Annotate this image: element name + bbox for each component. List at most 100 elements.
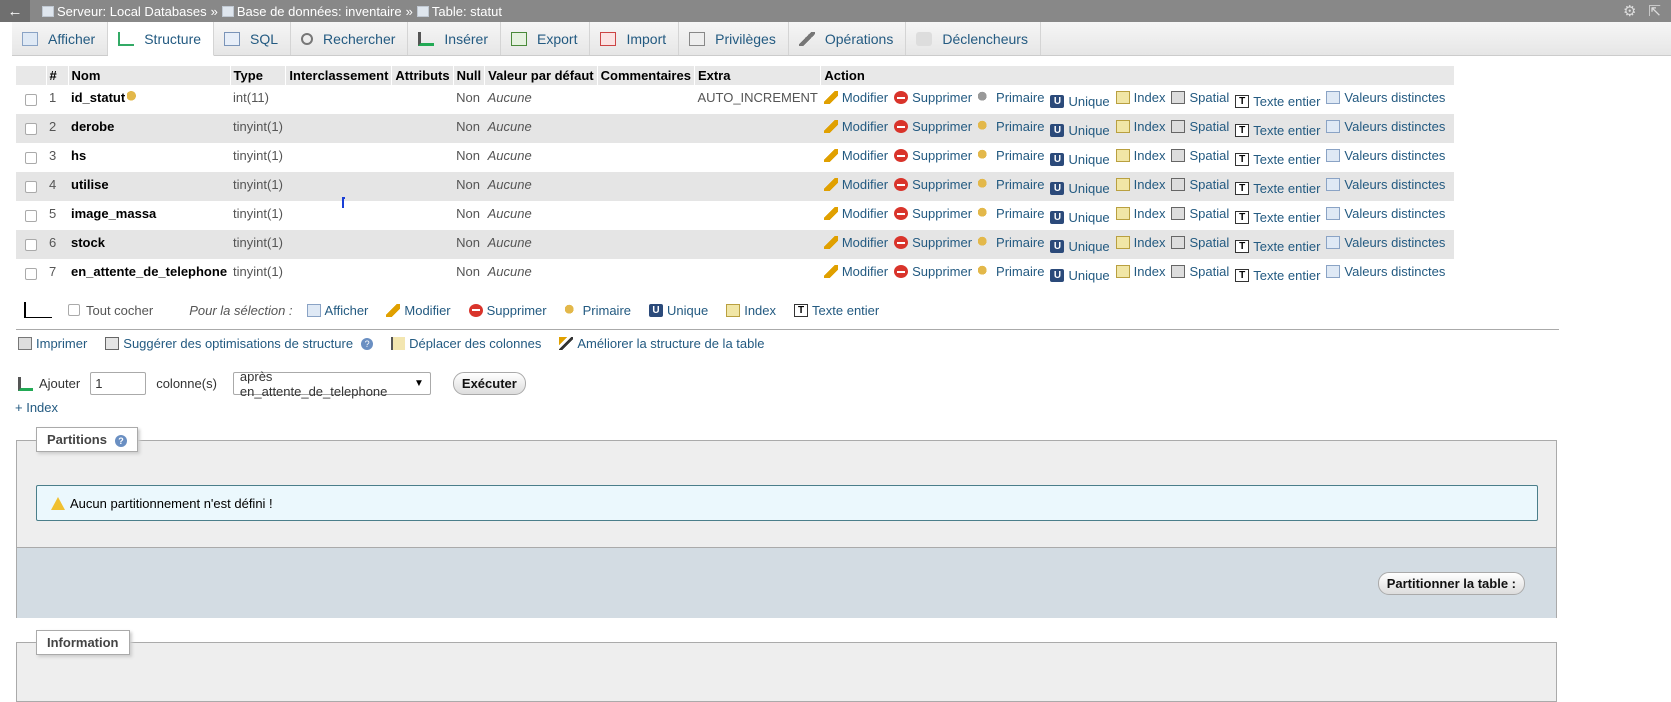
fulltext-button[interactable]: T Texte entier: [1235, 123, 1320, 138]
field-name[interactable]: en_attente_de_telephone: [71, 264, 227, 279]
fulltext-button[interactable]: T Texte entier: [1235, 152, 1320, 167]
distinct-values-button[interactable]: Valeurs distinctes: [1326, 264, 1445, 279]
tab-import[interactable]: Import: [590, 22, 680, 55]
unique-button[interactable]: U Unique: [1050, 181, 1110, 196]
field-name[interactable]: image_massa: [71, 206, 156, 221]
improve-structure-link[interactable]: Améliorer la structure de la table: [559, 336, 764, 351]
col-null-header[interactable]: Null: [453, 66, 486, 85]
tab-privileges[interactable]: Privilèges: [679, 22, 789, 55]
gear-icon[interactable]: ⚙: [1623, 2, 1636, 20]
unique-button[interactable]: U Unique: [1050, 94, 1110, 109]
fulltext-button[interactable]: T Texte entier: [1235, 268, 1320, 283]
drop-button[interactable]: Supprimer: [894, 235, 972, 250]
row-checkbox[interactable]: [25, 268, 37, 280]
execute-button[interactable]: Exécuter: [452, 372, 526, 395]
field-name[interactable]: derobe: [71, 119, 114, 134]
unique-button[interactable]: U Unique: [1050, 239, 1110, 254]
drop-button[interactable]: Supprimer: [894, 264, 972, 279]
sel-primaire-button[interactable]: Primaire: [564, 303, 631, 318]
modify-button[interactable]: Modifier: [823, 235, 888, 250]
tab-export[interactable]: Export: [501, 22, 591, 55]
check-all-label[interactable]: Tout cocher: [86, 303, 153, 318]
spatial-button[interactable]: Spatial: [1171, 90, 1229, 105]
tab-inserer[interactable]: Insérer: [408, 22, 501, 55]
tab-afficher[interactable]: Afficher: [12, 22, 109, 55]
breadcrumb-database[interactable]: Base de données: inventaire: [221, 4, 402, 19]
unique-button[interactable]: U Unique: [1050, 268, 1110, 283]
tab-rechercher[interactable]: Rechercher: [291, 22, 409, 55]
field-name[interactable]: stock: [71, 235, 105, 250]
unique-button[interactable]: U Unique: [1050, 152, 1110, 167]
distinct-values-button[interactable]: Valeurs distinctes: [1326, 148, 1445, 163]
col-default-header[interactable]: Valeur par défaut: [484, 66, 598, 85]
col-collation-header[interactable]: Interclassement: [285, 66, 393, 85]
sel-fulltext-button[interactable]: T Texte entier: [794, 303, 879, 318]
index-button[interactable]: Index: [1115, 148, 1165, 163]
tab-operations[interactable]: Opérations: [789, 22, 907, 55]
collapse-icon[interactable]: ⇱: [1648, 2, 1661, 20]
breadcrumb-table[interactable]: Table: statut: [416, 4, 502, 19]
row-checkbox[interactable]: [25, 152, 37, 164]
modify-button[interactable]: Modifier: [823, 90, 888, 105]
row-checkbox[interactable]: [25, 239, 37, 251]
spatial-button[interactable]: Spatial: [1171, 177, 1229, 192]
field-name[interactable]: hs: [71, 148, 86, 163]
sel-unique-button[interactable]: U Unique: [649, 303, 708, 318]
index-button[interactable]: Index: [1115, 90, 1165, 105]
back-arrow-icon[interactable]: ←: [0, 0, 30, 22]
field-name[interactable]: id_statut: [71, 90, 125, 105]
unique-button[interactable]: U Unique: [1050, 123, 1110, 138]
spatial-button[interactable]: Spatial: [1171, 148, 1229, 163]
spatial-button[interactable]: Spatial: [1171, 119, 1229, 134]
spatial-button[interactable]: Spatial: [1171, 235, 1229, 250]
breadcrumb-server[interactable]: Serveur: Local Databases: [42, 4, 207, 19]
distinct-values-button[interactable]: Valeurs distinctes: [1326, 90, 1445, 105]
primary-button[interactable]: Primaire: [978, 177, 1044, 192]
distinct-values-button[interactable]: Valeurs distinctes: [1326, 177, 1445, 192]
index-button[interactable]: Index: [1115, 264, 1165, 279]
tab-sql[interactable]: SQL: [214, 22, 292, 55]
fulltext-button[interactable]: T Texte entier: [1235, 94, 1320, 109]
primary-button[interactable]: Primaire: [978, 264, 1044, 279]
help-icon[interactable]: ?: [361, 337, 374, 350]
sel-afficher-button[interactable]: Afficher: [306, 303, 368, 318]
primary-button[interactable]: Primaire: [978, 206, 1044, 221]
column-count-input[interactable]: [90, 372, 147, 395]
field-name[interactable]: utilise: [71, 177, 109, 192]
column-position-select[interactable]: après en_attente_de_telephone ▼: [232, 369, 431, 399]
fulltext-button[interactable]: T Texte entier: [1235, 239, 1320, 254]
tab-declencheurs[interactable]: Déclencheurs: [906, 22, 1041, 55]
add-index-link[interactable]: + Index: [15, 400, 58, 415]
spatial-button[interactable]: Spatial: [1171, 206, 1229, 221]
distinct-values-button[interactable]: Valeurs distinctes: [1326, 119, 1445, 134]
primary-button[interactable]: Primaire: [978, 235, 1044, 250]
index-button[interactable]: Index: [1115, 119, 1165, 134]
col-comments-header[interactable]: Commentaires: [597, 66, 695, 85]
spatial-button[interactable]: Spatial: [1171, 264, 1229, 279]
distinct-values-button[interactable]: Valeurs distinctes: [1326, 235, 1445, 250]
row-checkbox[interactable]: [25, 181, 37, 193]
modify-button[interactable]: Modifier: [823, 148, 888, 163]
drop-button[interactable]: Supprimer: [894, 90, 972, 105]
sel-supprimer-button[interactable]: Supprimer: [468, 303, 547, 318]
modify-button[interactable]: Modifier: [823, 264, 888, 279]
modify-button[interactable]: Modifier: [823, 119, 888, 134]
col-name-header[interactable]: Nom: [68, 66, 231, 85]
row-checkbox[interactable]: [25, 123, 37, 135]
modify-button[interactable]: Modifier: [823, 177, 888, 192]
sel-index-button[interactable]: Index: [726, 303, 776, 318]
fulltext-button[interactable]: T Texte entier: [1235, 181, 1320, 196]
print-link[interactable]: Imprimer: [18, 336, 87, 351]
index-button[interactable]: Index: [1115, 206, 1165, 221]
drop-button[interactable]: Supprimer: [894, 119, 972, 134]
check-all-checkbox[interactable]: [68, 304, 80, 316]
unique-button[interactable]: U Unique: [1050, 210, 1110, 225]
drop-button[interactable]: Supprimer: [894, 148, 972, 163]
col-attributes-header[interactable]: Attributs: [391, 66, 454, 85]
partition-table-button[interactable]: Partitionner la table :: [1377, 572, 1525, 595]
col-type-header[interactable]: Type: [230, 66, 287, 85]
fulltext-button[interactable]: T Texte entier: [1235, 210, 1320, 225]
primary-button[interactable]: Primaire: [978, 119, 1044, 134]
primary-button[interactable]: Primaire: [978, 90, 1044, 105]
help-icon[interactable]: ?: [114, 435, 127, 447]
